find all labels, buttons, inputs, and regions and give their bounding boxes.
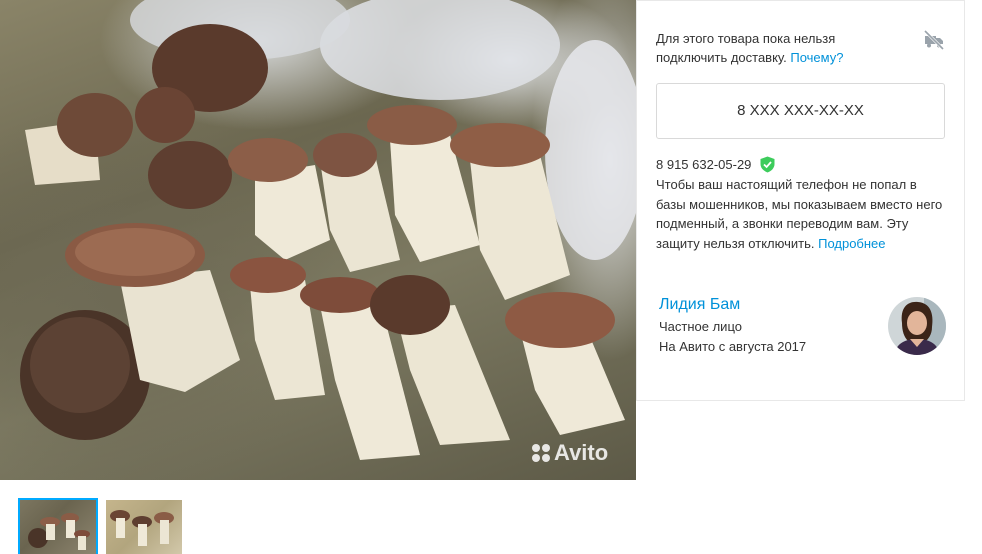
more-info-link[interactable]: Подробнее bbox=[818, 236, 885, 251]
seller-name-link[interactable]: Лидия Бам bbox=[659, 296, 740, 314]
watermark-text: Avito bbox=[554, 440, 609, 465]
delivery-disabled-icon bbox=[923, 29, 945, 51]
seller-avatar[interactable] bbox=[888, 297, 946, 355]
listing-main-photo[interactable]: Avito bbox=[0, 0, 636, 480]
avatar-icon bbox=[888, 297, 946, 355]
protection-text: Чтобы ваш настоящий телефон не попал в б… bbox=[656, 177, 943, 251]
thumbnail-image-icon bbox=[110, 510, 174, 546]
seller-since: На Авито с августа 2017 bbox=[659, 339, 807, 354]
why-link[interactable]: Почему? bbox=[790, 50, 843, 65]
show-phone-button[interactable]: 8 XXX XXX-XX-XX bbox=[656, 83, 945, 139]
avito-logo-icon bbox=[532, 444, 550, 462]
thumbnail-image-icon bbox=[28, 513, 90, 550]
phone-protection-info: Чтобы ваш настоящий телефон не попал в б… bbox=[656, 175, 946, 253]
thumbnail-2[interactable] bbox=[106, 500, 182, 554]
avito-watermark: Avito bbox=[532, 440, 608, 466]
thumbnail-1[interactable] bbox=[18, 498, 98, 554]
delivery-notice: Для этого товара пока нельзя подключить … bbox=[656, 29, 906, 67]
shield-check-icon bbox=[760, 156, 775, 172]
thumbnail-strip bbox=[18, 498, 182, 554]
seller-type: Частное лицо bbox=[659, 319, 742, 334]
substitute-phone-number: 8 915 632-05-29 bbox=[656, 156, 752, 172]
contact-panel: Для этого товара пока нельзя подключить … bbox=[636, 0, 965, 401]
mushrooms-illustration bbox=[20, 0, 636, 460]
substitute-phone-row: 8 915 632-05-29 bbox=[656, 155, 776, 173]
